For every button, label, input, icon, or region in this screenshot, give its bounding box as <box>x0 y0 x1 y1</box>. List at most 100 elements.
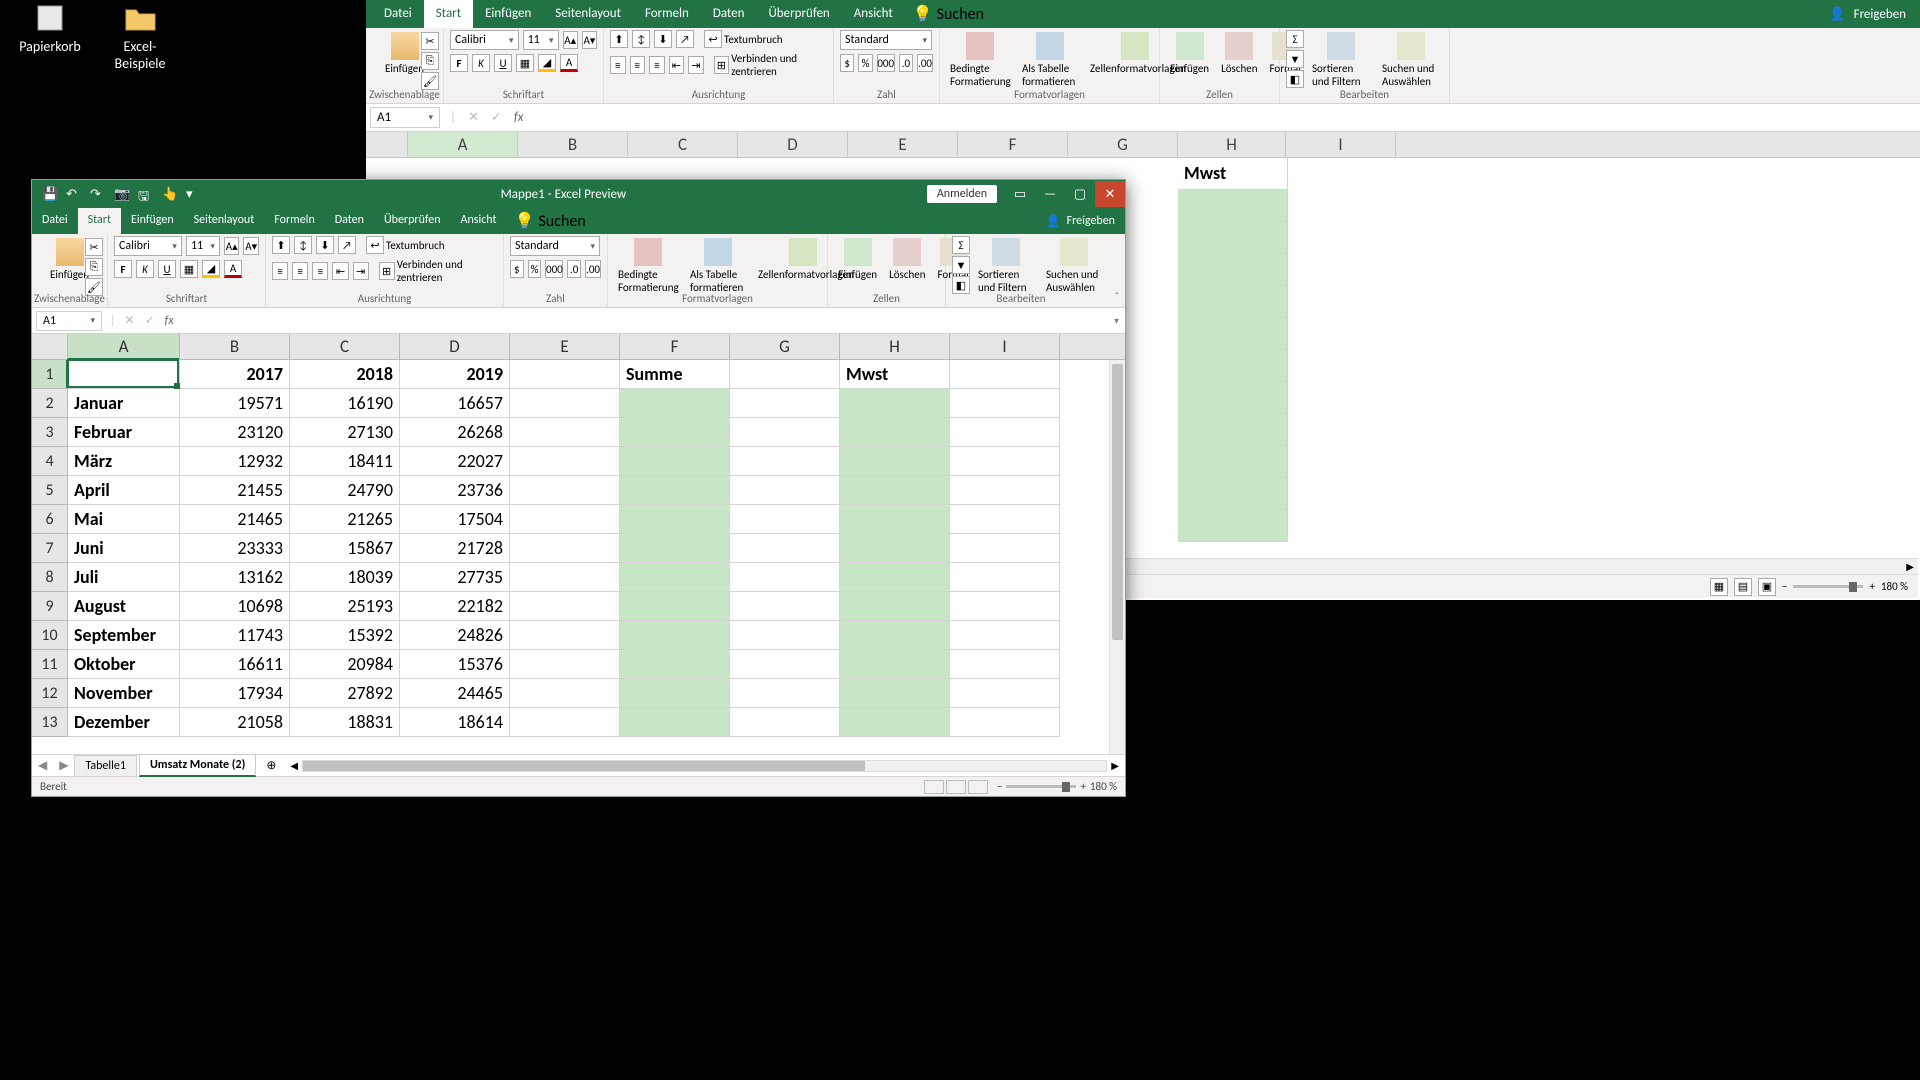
cell[interactable]: 18831 <box>290 708 400 737</box>
number-format-select[interactable]: Standard <box>510 236 600 256</box>
vertical-scrollbar[interactable] <box>1109 360 1125 754</box>
cell[interactable] <box>950 360 1060 389</box>
cell[interactable]: 2017 <box>180 360 290 389</box>
cell[interactable]: 10698 <box>180 592 290 621</box>
cell[interactable] <box>510 679 620 708</box>
cell[interactable] <box>840 476 950 505</box>
cell[interactable]: 21728 <box>400 534 510 563</box>
cell[interactable]: 11743 <box>180 621 290 650</box>
sheet-nav-prev-icon[interactable]: ◀ <box>32 758 53 773</box>
cell[interactable] <box>840 418 950 447</box>
copy-icon[interactable]: ⎘ <box>421 52 439 70</box>
cell[interactable]: Februar <box>68 418 180 447</box>
thousands-icon[interactable]: 000 <box>877 54 895 72</box>
close-button[interactable]: ✕ <box>1095 181 1125 207</box>
font-color-icon[interactable]: A <box>560 54 578 72</box>
cell[interactable] <box>840 708 950 737</box>
cell[interactable]: 22182 <box>400 592 510 621</box>
cell[interactable] <box>1178 254 1288 286</box>
cell[interactable] <box>1178 382 1288 414</box>
worksheet-grid[interactable]: ABCDEFGHI 12345678910111213 201720182019… <box>32 334 1125 754</box>
tab-formeln[interactable]: Formeln <box>633 0 701 28</box>
cell[interactable]: 13162 <box>180 563 290 592</box>
cell[interactable]: 21455 <box>180 476 290 505</box>
row-header[interactable]: 5 <box>32 476 68 505</box>
col-header[interactable]: F <box>620 334 730 359</box>
col-header[interactable]: D <box>400 334 510 359</box>
col-header[interactable]: E <box>848 132 958 157</box>
cell[interactable]: 18614 <box>400 708 510 737</box>
percent-icon[interactable]: % <box>528 260 542 278</box>
tell-me-search[interactable]: 💡 Suchen <box>913 0 984 28</box>
align-left-icon[interactable]: ≡ <box>272 262 288 280</box>
indent-left-icon[interactable]: ⇤ <box>332 262 348 280</box>
indent-right-icon[interactable]: ⇥ <box>688 56 704 74</box>
align-bottom-icon[interactable]: ⬇ <box>654 30 672 48</box>
dec-decimal-icon[interactable]: .00 <box>917 54 933 72</box>
expand-fbar-icon[interactable]: ▾ <box>1108 314 1125 327</box>
cell[interactable] <box>510 476 620 505</box>
row-header[interactable]: 12 <box>32 679 68 708</box>
cell[interactable] <box>840 534 950 563</box>
cell[interactable] <box>950 505 1060 534</box>
cell[interactable] <box>730 679 840 708</box>
tab-formeln[interactable]: Formeln <box>264 208 324 234</box>
row-header[interactable]: 9 <box>32 592 68 621</box>
maximize-button[interactable]: ▢ <box>1065 181 1095 207</box>
cell[interactable]: 24826 <box>400 621 510 650</box>
cell[interactable] <box>1178 478 1288 510</box>
format-as-table-button[interactable]: Als Tabelle formatieren <box>1018 30 1082 90</box>
col-header[interactable]: C <box>628 132 738 157</box>
fill-color-icon[interactable]: ◢ <box>202 260 220 278</box>
autosave-icon[interactable]: 💾 <box>42 187 56 201</box>
add-sheet-button[interactable]: ⊕ <box>258 758 284 773</box>
fx-icon[interactable]: fx <box>160 314 179 328</box>
view-break-icon[interactable] <box>968 780 988 794</box>
insert-cells-button[interactable]: Einfügen <box>1166 30 1213 77</box>
cell[interactable]: 15867 <box>290 534 400 563</box>
zoom-slider[interactable] <box>1006 785 1076 788</box>
cell[interactable]: 22027 <box>400 447 510 476</box>
cell[interactable]: 16657 <box>400 389 510 418</box>
dec-decimal-icon[interactable]: .00 <box>585 260 601 278</box>
cell[interactable]: 21058 <box>180 708 290 737</box>
horizontal-scrollbar[interactable] <box>302 760 1107 772</box>
align-right-icon[interactable]: ≡ <box>649 56 665 74</box>
row-header[interactable]: 11 <box>32 650 68 679</box>
cell[interactable] <box>510 708 620 737</box>
cell[interactable] <box>840 621 950 650</box>
font-name-select[interactable]: Calibri <box>114 236 182 256</box>
fill-icon[interactable]: ▼ <box>1286 50 1304 68</box>
clear-icon[interactable]: ◧ <box>1286 70 1304 88</box>
align-right-icon[interactable]: ≡ <box>312 262 328 280</box>
cell[interactable] <box>950 476 1060 505</box>
select-all-corner[interactable] <box>366 132 408 157</box>
tab-ueberpruefen[interactable]: Überprüfen <box>374 208 451 234</box>
col-header[interactable]: B <box>518 132 628 157</box>
cell[interactable] <box>730 534 840 563</box>
tell-me-search[interactable]: 💡 Suchen <box>515 208 586 234</box>
row-header[interactable]: 1 <box>32 360 68 389</box>
tab-ansicht[interactable]: Ansicht <box>842 0 905 28</box>
touch-icon[interactable]: 👆 <box>162 187 176 201</box>
cell[interactable]: Juni <box>68 534 180 563</box>
cell[interactable] <box>1178 350 1288 382</box>
bold-button[interactable]: F <box>450 54 468 72</box>
row-header[interactable]: 6 <box>32 505 68 534</box>
view-normal-icon[interactable]: ▦ <box>1710 578 1728 596</box>
cell[interactable] <box>950 563 1060 592</box>
cut-icon[interactable]: ✂ <box>421 32 439 50</box>
indent-left-icon[interactable]: ⇤ <box>669 56 685 74</box>
col-header[interactable]: H <box>1178 132 1286 157</box>
cell[interactable] <box>950 389 1060 418</box>
cell[interactable]: 2018 <box>290 360 400 389</box>
cell[interactable]: 20984 <box>290 650 400 679</box>
col-header[interactable]: I <box>950 334 1060 359</box>
cell[interactable]: Mwst <box>840 360 950 389</box>
italic-button[interactable]: K <box>472 54 490 72</box>
merge-button[interactable]: ⊞ Verbinden und zentrieren <box>379 258 497 284</box>
cell[interactable] <box>510 592 620 621</box>
tab-daten[interactable]: Daten <box>325 208 374 234</box>
borders-icon[interactable]: ▦ <box>516 54 534 72</box>
share-button[interactable]: Freigeben <box>1067 214 1115 228</box>
